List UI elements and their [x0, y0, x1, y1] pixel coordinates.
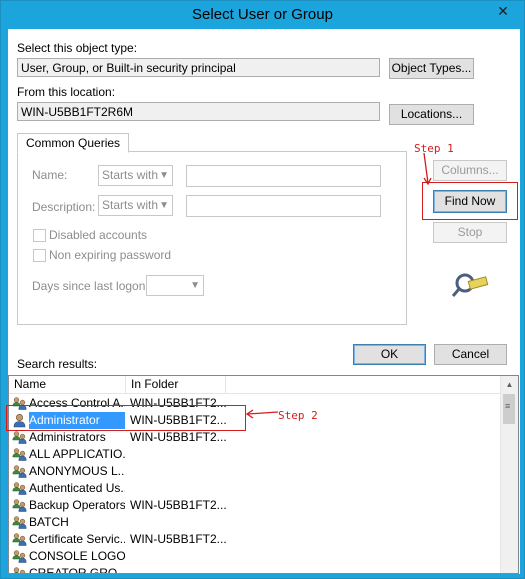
column-header-name[interactable]: Name	[9, 376, 126, 393]
row-folder: WIN-U5BB1FT2...	[130, 498, 226, 512]
group-icon	[12, 515, 27, 530]
close-button[interactable]: ✕	[488, 2, 518, 21]
results-scrollbar[interactable]: ▲ ≡	[500, 376, 518, 573]
step2-annotation: Step 2	[278, 409, 318, 422]
dialog-body: Select this object type: User, Group, or…	[6, 29, 520, 574]
group-icon	[12, 566, 27, 573]
chevron-down-icon: ▼	[190, 280, 200, 291]
name-input[interactable]	[186, 165, 381, 187]
row-name: ALL APPLICATIO...	[29, 447, 125, 461]
name-mode-value: Starts with	[102, 168, 159, 182]
row-name: Backup Operators	[29, 498, 125, 512]
search-key-icon	[451, 273, 489, 297]
row-name: BATCH	[29, 515, 69, 529]
name-mode-select[interactable]: Starts with ▼	[98, 165, 173, 186]
days-since-logon-label: Days since last logon:	[32, 279, 149, 293]
description-label: Description:	[32, 200, 96, 214]
ok-button[interactable]: OK	[353, 344, 426, 365]
grip-icon: ≡	[505, 401, 511, 411]
results-header: Name In Folder	[9, 376, 518, 394]
group-icon	[12, 498, 27, 513]
row-name: Authenticated Us...	[29, 481, 125, 495]
location-field: WIN-U5BB1FT2R6M	[17, 102, 380, 121]
list-item[interactable]: Certificate Servic... WIN-U5BB1FT2...	[9, 531, 504, 548]
list-item[interactable]: CREATOR GRO...	[9, 565, 504, 574]
row-name: ANONYMOUS L...	[29, 464, 125, 478]
object-types-button[interactable]: Object Types...	[389, 58, 474, 79]
group-icon	[12, 481, 27, 496]
row-name: Administrators	[29, 430, 106, 444]
row-name: CONSOLE LOGON	[29, 549, 125, 563]
dialog-window: Select User or Group ✕ Select this objec…	[0, 0, 525, 579]
group-icon	[12, 532, 27, 547]
row-folder: WIN-U5BB1FT2...	[130, 532, 226, 546]
object-type-field: User, Group, or Built-in security princi…	[17, 58, 380, 77]
tab-common-queries[interactable]: Common Queries	[17, 133, 130, 153]
list-item[interactable]: Authenticated Us...	[9, 480, 504, 497]
step2-arrow-icon	[246, 409, 279, 419]
group-icon	[12, 447, 27, 462]
non-expiring-password-checkbox[interactable]	[33, 249, 46, 262]
step1-highlight-box	[422, 182, 518, 220]
stop-button[interactable]: Stop	[433, 222, 507, 243]
list-item[interactable]: ANONYMOUS L...	[9, 463, 504, 480]
step2-highlight-box	[6, 405, 246, 431]
days-since-logon-select[interactable]: ▼	[146, 275, 204, 296]
scroll-up-icon[interactable]: ▲	[501, 376, 518, 393]
location-label: From this location:	[17, 85, 116, 99]
disabled-accounts-checkbox[interactable]	[33, 229, 46, 242]
disabled-accounts-label: Disabled accounts	[49, 228, 148, 242]
window-title: Select User or Group	[192, 6, 333, 23]
object-type-label: Select this object type:	[17, 41, 138, 55]
description-input[interactable]	[186, 195, 381, 217]
description-mode-select[interactable]: Starts with ▼	[98, 195, 173, 216]
list-item[interactable]: Backup Operators WIN-U5BB1FT2...	[9, 497, 504, 514]
chevron-down-icon: ▼	[159, 170, 169, 181]
non-expiring-password-label: Non expiring password	[49, 248, 172, 262]
step1-arrow-icon	[423, 153, 432, 185]
list-item[interactable]: CONSOLE LOGON	[9, 548, 504, 565]
group-icon	[12, 549, 27, 564]
list-item[interactable]: BATCH	[9, 514, 504, 531]
row-name: CREATOR GRO...	[29, 566, 125, 574]
group-icon	[12, 464, 27, 479]
locations-button[interactable]: Locations...	[389, 104, 474, 125]
columns-button[interactable]: Columns...	[433, 160, 507, 181]
row-folder: WIN-U5BB1FT2...	[130, 430, 226, 444]
cancel-button[interactable]: Cancel	[434, 344, 507, 365]
name-label: Name:	[32, 168, 68, 182]
description-mode-value: Starts with	[102, 198, 159, 212]
search-results-label: Search results:	[17, 357, 98, 371]
row-name: Certificate Servic...	[29, 532, 125, 546]
column-header-in-folder[interactable]: In Folder	[126, 376, 226, 393]
list-item[interactable]: Administrators WIN-U5BB1FT2...	[9, 429, 504, 446]
list-item[interactable]: ALL APPLICATIO...	[9, 446, 504, 463]
chevron-down-icon: ▼	[159, 200, 169, 211]
group-icon	[12, 430, 27, 445]
